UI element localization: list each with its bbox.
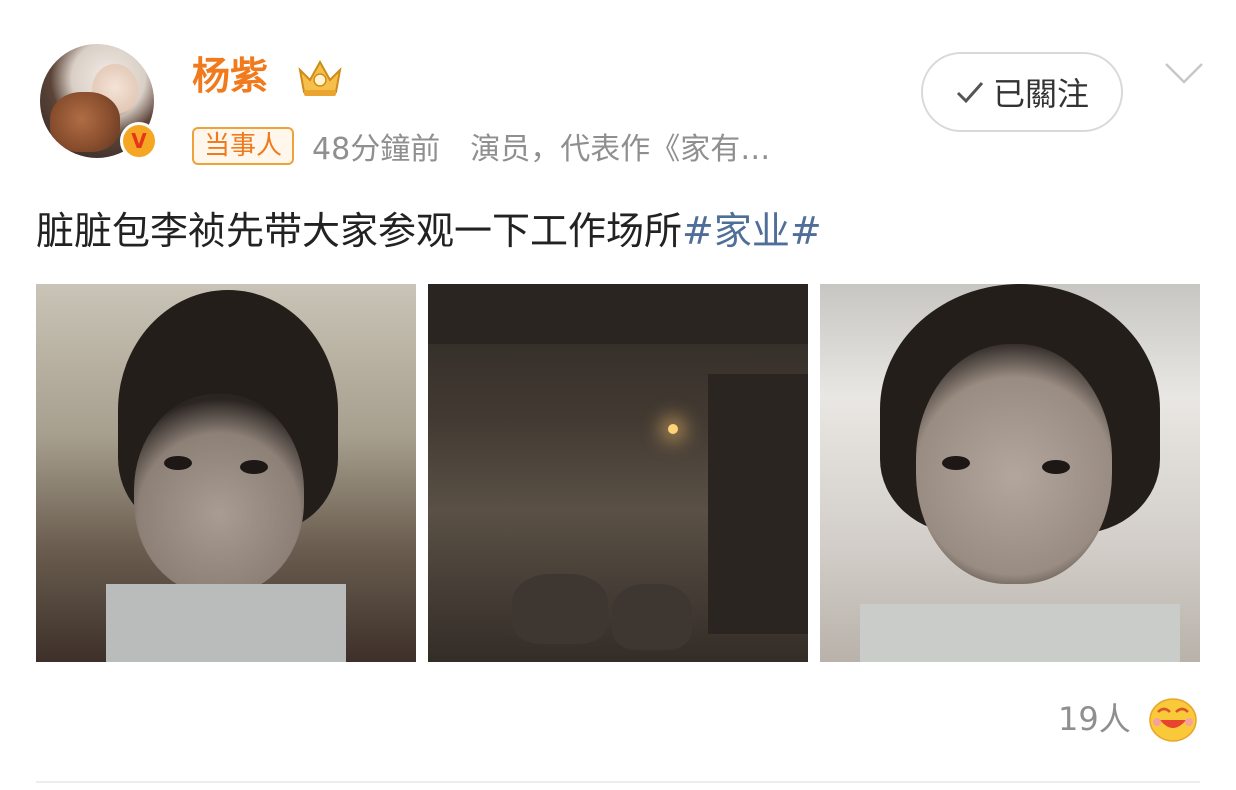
post-body: 脏脏包李祯先带大家参观一下工作场所	[36, 209, 683, 253]
laughing-emoji-icon[interactable]	[1148, 696, 1198, 742]
follow-label: 已關注	[992, 75, 1089, 113]
image-eye	[1042, 460, 1070, 474]
verified-badge-icon: V	[120, 122, 158, 160]
image-pot	[612, 584, 692, 650]
post-image-2[interactable]	[428, 284, 808, 662]
image-eye	[164, 456, 192, 470]
image-shelf	[708, 374, 808, 634]
username[interactable]: 杨紫	[192, 50, 268, 102]
post-text: 脏脏包李祯先带大家参观一下工作场所#家业#	[36, 204, 822, 258]
avatar-dog	[50, 92, 120, 152]
post-image-1[interactable]	[36, 284, 416, 662]
image-pot	[512, 574, 608, 644]
image-lamp	[668, 424, 678, 434]
image-eye	[942, 456, 970, 470]
image-face	[134, 394, 304, 594]
status-badge: 当事人	[192, 127, 295, 165]
image-eye	[240, 460, 268, 474]
like-count: 19人	[1058, 700, 1131, 738]
divider	[36, 781, 1200, 783]
image-robe	[860, 604, 1180, 662]
image-beam	[428, 284, 808, 344]
post-image-3[interactable]	[820, 284, 1200, 662]
hashtag-link[interactable]: #家业#	[682, 209, 822, 253]
check-icon	[956, 82, 984, 104]
post-time: 48分鐘前	[312, 132, 441, 167]
chevron-down-icon[interactable]	[1162, 56, 1206, 90]
post-meta: 当事人 48分鐘前 演员，代表作《家有…	[192, 125, 770, 167]
vip-crown-icon	[298, 59, 342, 96]
follow-button[interactable]: 已關注	[921, 52, 1123, 132]
user-description: 演员，代表作《家有…	[470, 132, 771, 167]
image-robe	[106, 584, 346, 662]
